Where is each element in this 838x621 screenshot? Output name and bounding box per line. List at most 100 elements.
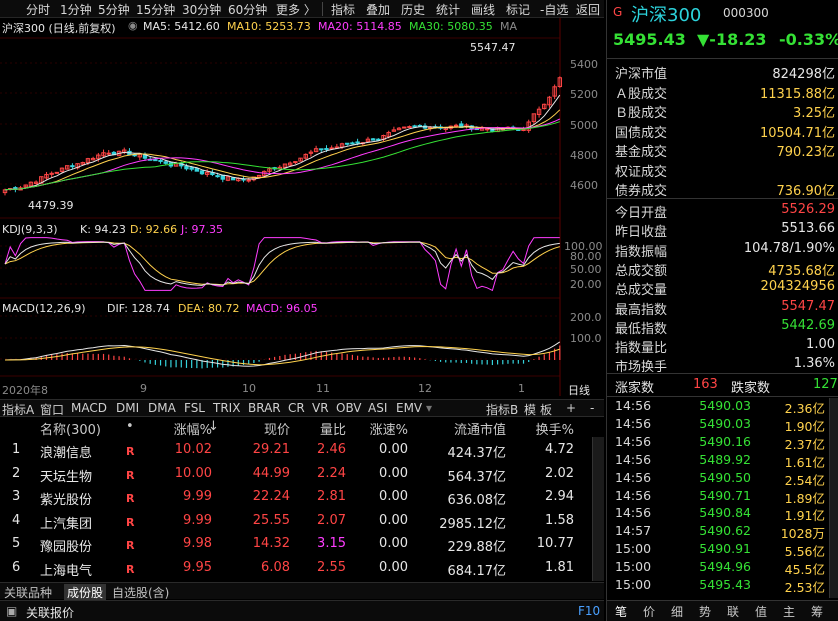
column-header[interactable]: 现价 (220, 419, 290, 438)
tick-row: 14:56 5490.50 2.54亿 (615, 470, 837, 488)
cell-cap: 564.37亿 (447, 469, 507, 485)
detail-tab[interactable]: 主 (783, 603, 795, 620)
price-tick: 4800 (570, 149, 598, 162)
tick-row: 14:57 5490.62 1028万 (615, 523, 837, 541)
overlay-button[interactable]: 叠加 (366, 1, 390, 18)
template-button[interactable]: 模 (524, 401, 536, 418)
related-quote-label[interactable]: 关联报价 (26, 604, 74, 621)
draw-line-button[interactable]: 画线 (471, 1, 495, 18)
table-row[interactable]: 5 豫园股份 R 9.98 14.32 3.15 0.00 229.88亿 10.77 (0, 534, 604, 556)
tick-time: 14:56 (615, 433, 652, 449)
indicator-tab-obv[interactable]: OBV (336, 401, 362, 415)
stat-value: 5547.47 (781, 298, 835, 314)
column-header[interactable]: 涨速% (350, 419, 408, 438)
period-tab-60min[interactable]: 60分钟 (228, 1, 267, 18)
indicator-dropdown-icon[interactable]: ▾ (426, 401, 432, 415)
tick-time: 15:00 (615, 541, 652, 557)
kline-chart-svg[interactable] (0, 18, 604, 396)
add-window-button[interactable]: + (566, 401, 576, 415)
index-name: 沪深300 (631, 5, 702, 26)
column-header[interactable]: 流通市值 (420, 419, 506, 438)
column-header[interactable]: 名称(300) (40, 419, 120, 438)
ma30-value: MA30: 5080.35 (409, 20, 493, 33)
add-watchlist-button[interactable]: -自选 (540, 1, 568, 18)
x-axis-unit: 日线 (568, 384, 590, 397)
cell-name: 浪潮信息 (40, 446, 93, 461)
row-index: 1 (12, 442, 21, 457)
indicator-tab-window[interactable]: 窗口 (40, 401, 64, 418)
indicator-tab-dma[interactable]: DMA (148, 401, 176, 415)
tab-constituents[interactable]: 成份股 (64, 584, 107, 601)
detail-tab[interactable]: 细 (671, 603, 683, 620)
tick-price: 5490.84 (699, 505, 751, 521)
period-tab-1min[interactable]: 1分钟 (60, 1, 92, 18)
period-tab-30min[interactable]: 30分钟 (182, 1, 221, 18)
x-axis-label: 11 (316, 382, 330, 395)
back-button[interactable]: 返回 (576, 1, 600, 18)
more-periods-button[interactable]: 更多 〉 (276, 1, 316, 18)
indicator-tab-brar[interactable]: BRAR (248, 401, 281, 415)
cell-turn: 2.02 (545, 465, 574, 481)
divider (607, 373, 838, 374)
tick-scrollbar[interactable] (829, 398, 838, 598)
stat-row: 国债成交 10504.71亿 (615, 122, 835, 141)
status-expand-icon[interactable]: ▣ (6, 604, 17, 618)
detail-tab[interactable]: 筹 (811, 603, 823, 620)
indicator-tab-a[interactable]: 指标A (2, 401, 34, 418)
cell-flag: R (126, 445, 135, 458)
indicator-tab-asi[interactable]: ASI (368, 401, 387, 415)
period-tab-5min[interactable]: 5分钟 (98, 1, 130, 18)
indicator-tab-macd[interactable]: MACD (71, 401, 107, 415)
statistics-button[interactable]: 统计 (436, 1, 460, 18)
remove-window-button[interactable]: - (590, 401, 594, 415)
indicator-tab-cr[interactable]: CR (288, 401, 305, 415)
detail-tab[interactable]: 值 (755, 603, 767, 620)
column-header[interactable]: 换手% (510, 419, 574, 438)
cell-vr: 2.81 (317, 489, 346, 504)
table-row[interactable]: 2 天坛生物 R 10.00 44.99 2.24 0.00 564.37亿 2.02 (0, 464, 604, 486)
period-tab-intraday[interactable]: 分时 (26, 1, 50, 18)
mark-button[interactable]: 标记 (506, 1, 530, 18)
indicator-tab-fsl[interactable]: FSL (184, 401, 205, 415)
chart-settings-icon[interactable]: ◉ (128, 19, 138, 32)
table-row[interactable]: 4 上汽集团 R 9.99 25.55 2.07 0.00 2985.12亿 1.58 (0, 511, 604, 533)
f10-button[interactable]: F10 (578, 604, 600, 618)
cell-cap: 684.17亿 (447, 563, 507, 579)
stat-label: 沪深市值 (615, 67, 668, 82)
history-button[interactable]: 历史 (401, 1, 425, 18)
stat-row: 总成交量 204324956 (615, 279, 835, 298)
indicator-button[interactable]: 指标 (331, 1, 355, 18)
detail-tab[interactable]: 笔 (615, 603, 627, 620)
detail-tab[interactable]: 联 (727, 603, 739, 620)
indicator-b-tab[interactable]: 指标B (486, 401, 518, 418)
cell-chg: 9.99 (183, 489, 212, 504)
stat-value: 1.00 (806, 337, 835, 353)
stat-value: 1.36% (793, 356, 835, 372)
kline-chart-area[interactable]: 沪深300 (日线,前复权) ◉ MA5: 5412.60 MA10: 5253… (0, 18, 604, 397)
stat-row: 债券成交 736.90亿 (615, 180, 835, 199)
column-header[interactable]: 量比 (296, 419, 346, 438)
column-header[interactable]: • (126, 419, 138, 434)
advancers-label: 涨家数 (615, 381, 655, 396)
cell-speed: 0.00 (379, 536, 408, 551)
table-scrollbar[interactable] (592, 437, 604, 581)
template-button-2[interactable]: 板 (540, 401, 552, 418)
indicator-tab-trix[interactable]: TRIX (213, 401, 240, 415)
tick-row: 14:56 5490.03 1.90亿 (615, 416, 837, 434)
detail-tab[interactable]: 价 (643, 603, 655, 620)
cell-flag: R (126, 468, 135, 482)
tick-volume: 1028万 (780, 526, 825, 542)
table-row[interactable]: 6 上海电气 R 9.95 6.08 2.55 0.00 684.17亿 1.81 (0, 558, 604, 580)
indicator-tab-vr[interactable]: VR (312, 401, 329, 415)
table-row[interactable]: 3 紫光股份 R 9.99 22.24 2.81 0.00 636.08亿 2.94 (0, 487, 604, 509)
table-row[interactable]: 1 浪潮信息 R 10.02 29.21 2.46 0.00 424.37亿 4.72 (0, 440, 604, 462)
indicator-tab-dmi[interactable]: DMI (116, 401, 139, 415)
sort-desc-icon[interactable]: ↓ (208, 419, 219, 434)
column-header[interactable]: 涨幅% (150, 419, 212, 438)
period-tab-15min[interactable]: 15分钟 (136, 1, 175, 18)
cell-cap: 424.37亿 (447, 446, 507, 461)
indicator-tab-emv[interactable]: EMV (396, 401, 422, 415)
tab-related-products[interactable]: 关联品种 (4, 584, 52, 601)
tab-watchlist-included[interactable]: 自选股(含) (112, 584, 169, 601)
detail-tab[interactable]: 势 (699, 603, 711, 620)
